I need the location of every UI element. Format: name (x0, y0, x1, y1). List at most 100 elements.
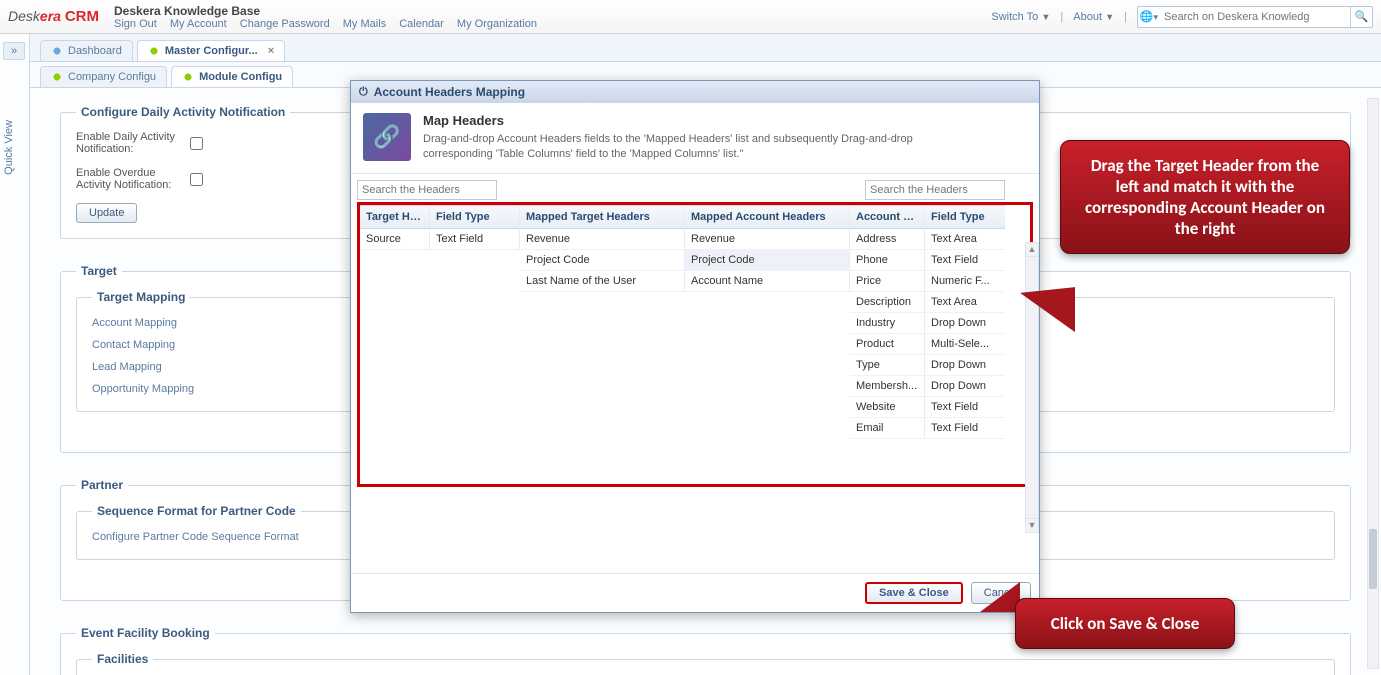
account-header-cell[interactable]: Price (850, 271, 924, 292)
enable-overdue-label: Enable Overdue Activity Notification: (76, 167, 186, 191)
subtab-company-config[interactable]: Company Configu (40, 66, 167, 87)
chain-icon (363, 113, 411, 161)
callout-save-instruction: Click on Save & Close (1015, 598, 1235, 649)
subtab-module-config[interactable]: Module Configu (171, 66, 293, 87)
account-fieldtype-cell: Drop Down (925, 376, 1005, 397)
account-header-cell[interactable]: Industry (850, 313, 924, 334)
account-fieldtype-cell: Drop Down (925, 313, 1005, 334)
quickview-expand-button[interactable]: » (3, 42, 25, 60)
col-field-type[interactable]: Field Type (430, 205, 519, 229)
dialog-header: Map Headers Drag-and-drop Account Header… (351, 103, 1039, 174)
mapped-target-cell[interactable]: Project Code (520, 250, 684, 271)
about-menu[interactable]: About ▼ (1073, 11, 1114, 23)
globe-icon[interactable]: 🌐▾ (1138, 10, 1160, 23)
col-mapped-account[interactable]: Mapped Account Headers (685, 205, 849, 229)
account-headers-col: AddressPhonePriceDescriptionIndustryProd… (850, 229, 925, 439)
mapping-grid-highlight: Target He... Field Type Mapped Target He… (357, 202, 1033, 487)
account-fieldtype-cell: Text Field (925, 250, 1005, 271)
map-headers-desc: Drag-and-drop Account Headers fields to … (423, 132, 983, 163)
global-search[interactable]: 🌐▾ 🔍 (1137, 6, 1373, 28)
enable-daily-checkbox[interactable] (190, 137, 203, 150)
account-fieldtype-cell: Multi-Sele... (925, 334, 1005, 355)
account-header-cell[interactable]: Type (850, 355, 924, 376)
col-mapped-target[interactable]: Mapped Target Headers (520, 205, 684, 229)
account-fieldtype-col: Text AreaText FieldNumeric F...Text Area… (925, 229, 1005, 439)
account-header-cell[interactable]: Description (850, 292, 924, 313)
link-partner-seq[interactable]: Configure Partner Code Sequence Format (92, 531, 299, 543)
scroll-down-icon[interactable]: ▼ (1026, 518, 1038, 532)
account-fieldtype-cell: Text Area (925, 229, 1005, 250)
search-headers-right[interactable] (865, 180, 1005, 200)
search-headers-left[interactable] (357, 180, 497, 200)
callout-tail (1020, 287, 1075, 358)
gear-icon (51, 71, 63, 83)
account-header-cell[interactable]: Website (850, 397, 924, 418)
dashboard-icon (51, 45, 63, 57)
search-input[interactable] (1160, 9, 1350, 25)
mapped-target-cell[interactable]: Revenue (520, 229, 684, 250)
dialog-titlebar[interactable]: ⏻ Account Headers Mapping (351, 81, 1039, 103)
app-header: Deskera CRM Deskera Knowledge Base Sign … (0, 0, 1381, 34)
partner-legend: Partner (76, 478, 128, 492)
link-myorg[interactable]: My Organization (457, 18, 537, 30)
save-close-button[interactable]: Save & Close (865, 582, 963, 604)
account-header-cell[interactable]: Product (850, 334, 924, 355)
col-field-type2[interactable]: Field Type (925, 205, 1005, 229)
col-account-header[interactable]: Account H... (850, 205, 924, 229)
close-icon[interactable]: × (268, 45, 274, 57)
dialog-footer: Save & Close Cancel (351, 573, 1039, 612)
account-fieldtype-cell: Numeric F... (925, 271, 1005, 292)
target-header-cell[interactable]: Source (360, 229, 429, 250)
dialog-body: Target He... Field Type Mapped Target He… (351, 174, 1039, 573)
mapped-account-cell[interactable]: Revenue (685, 229, 849, 250)
link-lead-mapping[interactable]: Lead Mapping (92, 361, 162, 373)
power-icon: ⏻ (359, 86, 368, 99)
gear-icon (148, 45, 160, 57)
link-contact-mapping[interactable]: Contact Mapping (92, 339, 175, 351)
target-mapping-legend: Target Mapping (92, 290, 190, 304)
account-header-cell[interactable]: Membersh... (850, 376, 924, 397)
header-links: Sign Out My Account Change Password My M… (114, 18, 547, 30)
dialog-title: Account Headers Mapping (374, 85, 525, 99)
tab-master-config[interactable]: Master Configur...× (137, 40, 285, 61)
partner-seq-legend: Sequence Format for Partner Code (92, 504, 301, 518)
link-calendar[interactable]: Calendar (399, 18, 444, 30)
link-signout[interactable]: Sign Out (114, 18, 157, 30)
facilities-fieldset: Facilities (76, 652, 1335, 675)
daily-activity-legend: Configure Daily Activity Notification (76, 105, 290, 119)
account-fieldtype-cell: Text Field (925, 397, 1005, 418)
quickview-tab[interactable]: Quick View (3, 120, 15, 175)
account-header-cell[interactable]: Address (850, 229, 924, 250)
mapped-account-cell[interactable]: Project Code (685, 250, 849, 271)
update-button[interactable]: Update (76, 203, 137, 223)
app-logo: Deskera CRM (8, 8, 99, 25)
link-myaccount[interactable]: My Account (170, 18, 227, 30)
enable-overdue-checkbox[interactable] (190, 173, 203, 186)
account-header-cell[interactable]: Email (850, 418, 924, 439)
target-legend: Target (76, 264, 122, 278)
main-scrollbar[interactable] (1367, 98, 1379, 669)
account-fieldtype-cell: Text Field (925, 418, 1005, 439)
col-target-header[interactable]: Target He... (360, 205, 429, 229)
mapped-target-cell[interactable]: Last Name of the User (520, 271, 684, 292)
event-legend: Event Facility Booking (76, 626, 215, 640)
target-fieldtype-cell: Text Field (430, 229, 519, 250)
kb-title: Deskera Knowledge Base (114, 4, 547, 18)
account-header-cell[interactable]: Phone (850, 250, 924, 271)
scroll-up-icon[interactable]: ▲ (1026, 243, 1038, 257)
link-changepw[interactable]: Change Password (240, 18, 330, 30)
link-opportunity-mapping[interactable]: Opportunity Mapping (92, 383, 194, 395)
facilities-legend: Facilities (92, 652, 153, 666)
mapped-account-cell[interactable]: Account Name (685, 271, 849, 292)
dialog-scrollbar[interactable]: ▲ ▼ (1025, 242, 1039, 533)
search-button[interactable]: 🔍 (1350, 7, 1372, 27)
link-account-mapping[interactable]: Account Mapping (92, 317, 177, 329)
account-fieldtype-cell: Drop Down (925, 355, 1005, 376)
link-mymails[interactable]: My Mails (343, 18, 386, 30)
account-headers-mapping-dialog: ⏻ Account Headers Mapping Map Headers Dr… (350, 80, 1040, 613)
switch-to-menu[interactable]: Switch To ▼ (991, 11, 1050, 23)
gear-icon (182, 71, 194, 83)
tab-dashboard[interactable]: Dashboard (40, 40, 133, 61)
scroll-thumb[interactable] (1369, 529, 1377, 589)
map-headers-heading: Map Headers (423, 113, 983, 128)
